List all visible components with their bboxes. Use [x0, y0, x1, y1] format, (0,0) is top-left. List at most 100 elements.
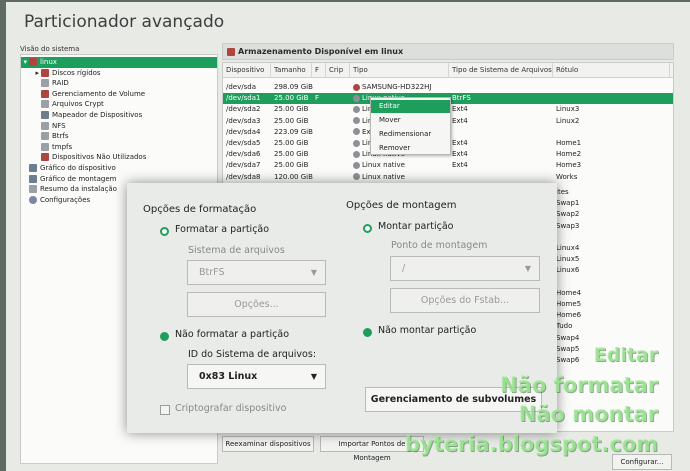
table-cell-text: 223.09 GiB [274, 127, 313, 136]
table-row[interactable]: /dev/sda8 120.00 GiB Linux native Works [223, 172, 673, 183]
fs-id-select[interactable]: 0x83 Linux ▼ [187, 364, 326, 389]
doc-icon [41, 132, 49, 141]
table-cell-text: 25.00 GiB [274, 139, 309, 147]
table-cell: BtrFS [452, 93, 471, 104]
table-cell-text: Ext4 [452, 150, 468, 159]
sidebar-item[interactable]: Btrfs [21, 131, 69, 142]
table-cell-text: /dev/sda [226, 83, 256, 91]
label-cell: ites [556, 188, 569, 196]
chevron-down-icon: ▼ [310, 372, 317, 381]
menu-item-move[interactable]: Mover [371, 114, 450, 127]
menu-item-edit[interactable]: Editar [371, 100, 450, 113]
column-header[interactable]: Tipo [350, 63, 449, 78]
edit-partition-dialog: Opções de formatação Formatar a partição… [127, 183, 557, 433]
table-cell-text: 298.09 GiB [274, 83, 313, 91]
table-cell-text: Ext4 [452, 105, 468, 114]
no-mount-label: Não montar partição [378, 325, 477, 336]
table-cell: /dev/sda5 [226, 138, 260, 149]
table-cell-text: 25.00 GiB [274, 116, 309, 125]
sidebar-item-label: Mapeador de Dispositivos [52, 111, 143, 119]
column-header[interactable]: Crip [326, 63, 350, 78]
encrypt-checkbox[interactable] [160, 405, 170, 415]
partition-icon [353, 139, 360, 147]
sidebar-item[interactable]: Configurações [21, 195, 90, 206]
box-icon [29, 164, 37, 172]
partition-icon [353, 150, 360, 158]
doc-icon [41, 142, 49, 151]
format-options-heading: Opções de formatação [143, 204, 257, 215]
sidebar-item[interactable]: Gerenciamento de Volume [21, 89, 145, 100]
sidebar-header: Visão do sistema [20, 45, 80, 53]
panel-title: Armazenamento Disponível em linux [238, 47, 404, 56]
encrypt-label: Criptografar dispositivo [175, 403, 287, 414]
sidebar-item[interactable]: NFS [21, 121, 66, 132]
chevron-down-icon: ▼ [524, 264, 531, 273]
mount-point-select[interactable]: / ▼ [390, 256, 540, 281]
filesystem-label: Sistema de arquivos [188, 245, 285, 256]
label-cell: Tudo [556, 322, 573, 331]
table-cell: Works [556, 172, 577, 183]
sidebar-item[interactable]: ▾ linux [21, 57, 217, 68]
table-cell-text: 25.00 GiB [274, 150, 309, 159]
sidebar-item[interactable]: Dispositivos Não Utilizados [21, 152, 146, 163]
filesystem-value: BtrFS [199, 267, 225, 278]
sidebar-item-label: Resumo da instalação [40, 185, 117, 194]
no-mount-radio[interactable] [363, 328, 372, 337]
sidebar-item[interactable]: ▸ Discos rígidos [21, 68, 101, 79]
configure-button[interactable]: Configurar... [612, 454, 672, 470]
table-cell: /dev/sda6 [226, 149, 260, 160]
column-header[interactable]: Rótulo [553, 63, 670, 78]
disk-icon [227, 48, 235, 56]
fs-id-label: ID do Sistema de arquivos: [188, 349, 317, 360]
sidebar-item[interactable]: Gráfico de montagem [21, 174, 116, 185]
mount-point-value: / [402, 263, 406, 274]
table-cell: 120.00 GiB [274, 172, 313, 183]
table-cell: 25.00 GiB [274, 138, 308, 149]
partition-icon [353, 173, 360, 181]
table-cell: Ext4 [452, 160, 468, 171]
format-options-button[interactable]: Opções... [187, 292, 326, 317]
label-cell: Linux5 [556, 255, 580, 264]
table-row[interactable]: /dev/sda 298.09 GiB SAMSUNG-HD322HJ [223, 82, 673, 93]
table-cell: 25.00 GiB [274, 93, 308, 104]
table-cell-text: BtrFS [452, 94, 471, 103]
format-partition-radio[interactable] [160, 227, 169, 236]
sidebar-item[interactable]: Resumo da instalação [21, 184, 117, 195]
table-cell-text: Home2 [556, 150, 582, 159]
sidebar-item[interactable]: tmpfs [21, 142, 72, 153]
rescan-devices-button[interactable]: Reexaminar dispositivos [222, 436, 314, 452]
filesystem-select[interactable]: BtrFS ▼ [187, 260, 326, 285]
fstab-options-button[interactable]: Opções do Fstab... [390, 288, 540, 313]
menu-item-resize[interactable]: Redimensionar [371, 128, 450, 141]
column-header[interactable]: Dispositivo [223, 63, 271, 78]
mount-partition-label: Montar partição [378, 221, 454, 232]
table-row[interactable]: /dev/sda7 25.00 GiB Linux native Ext4 Home3 [223, 160, 673, 171]
table-cell-text: Home1 [556, 139, 582, 147]
partition-icon [353, 117, 360, 125]
table-cell: 25.00 GiB [274, 116, 308, 127]
sidebar-item[interactable]: Mapeador de Dispositivos [21, 110, 142, 121]
table-cell: Home1 [556, 138, 581, 149]
menu-item-delete[interactable]: Remover [371, 142, 450, 155]
label-cell: Swap3 [556, 221, 580, 230]
label-cell: Home6 [556, 311, 582, 320]
table-cell-text: 25.00 GiB [274, 161, 309, 170]
column-header[interactable]: Tamanho [271, 63, 312, 78]
table-cell: Ext4 [452, 138, 468, 149]
table-cell: 25.00 GiB [274, 160, 308, 171]
sidebar-item[interactable]: Gráfico do dispositivo [21, 163, 116, 174]
doc-icon [41, 121, 49, 130]
mount-point-label: Ponto de montagem [391, 240, 488, 251]
column-header[interactable]: F [312, 63, 326, 78]
mount-partition-radio[interactable] [363, 224, 372, 233]
partition-icon [353, 128, 360, 136]
sidebar-item[interactable]: RAID [21, 78, 69, 89]
sidebar-item[interactable]: Arquivos Crypt [21, 99, 104, 110]
doc-icon [29, 185, 37, 194]
sidebar-item-label: Gráfico do dispositivo [40, 164, 116, 172]
label-cell: Linux4 [556, 244, 580, 252]
column-header[interactable]: Tipo de Sistema de Arquivos [449, 63, 553, 78]
table-cell-text: Home3 [556, 161, 582, 170]
no-format-radio[interactable] [160, 332, 169, 341]
window-title: Particionador avançado [24, 12, 225, 32]
